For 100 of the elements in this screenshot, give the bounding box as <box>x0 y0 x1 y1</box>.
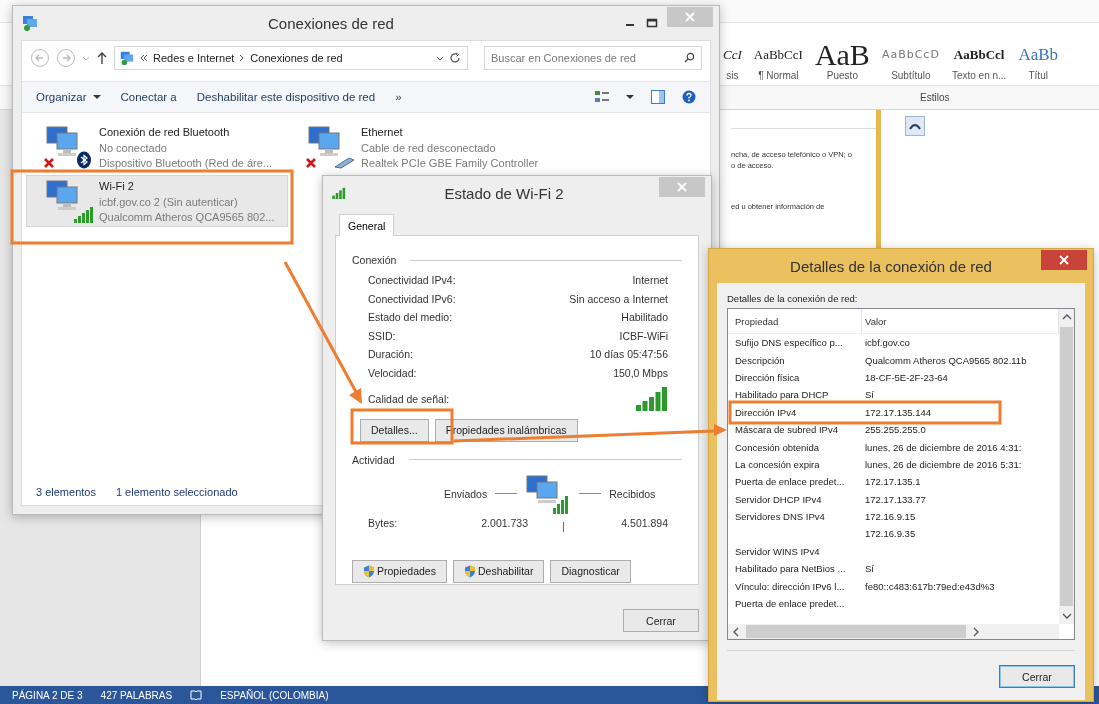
column-header[interactable]: Propiedad <box>728 309 862 333</box>
close-button[interactable]: Cerrar <box>623 609 699 632</box>
property-cell: Sufijo DNS específico p... <box>735 337 843 349</box>
field-label: SSID: <box>368 329 397 342</box>
value-cell: Qualcomm Atheros QCA9565 802.11b <box>865 354 1027 366</box>
close-icon <box>685 12 695 22</box>
item-count: 1 elemento seleccionado <box>115 486 238 498</box>
adapter-name: Qualcomm Atheros QCA9565 802... <box>99 210 275 225</box>
window-title: Conexiones de red <box>267 14 395 32</box>
bluetooth-icon <box>75 151 93 169</box>
search-icon[interactable] <box>684 52 695 63</box>
tab[interactable]: General <box>339 214 395 236</box>
scroll-up-icon[interactable] <box>1061 313 1072 321</box>
scroll-down-icon[interactable] <box>1061 612 1072 620</box>
breadcrumb-item[interactable]: Conexiones de red <box>250 52 343 64</box>
property-cell: Puerta de enlace predet... <box>735 476 845 488</box>
value-cell: icbf.gov.co <box>865 337 910 349</box>
style-preset[interactable]: AaBbCcI ¶ Normal <box>752 40 804 85</box>
column-label: Enviados <box>444 487 488 500</box>
field-label: Estado del medio: <box>368 311 454 323</box>
search-field[interactable]: Buscar en Conexiones de red <box>484 46 702 70</box>
column-label: Recibidos <box>609 487 656 500</box>
window-title: Estado de Wi-Fi 2 <box>443 184 565 202</box>
dialog-button[interactable]: Propiedades <box>352 559 447 583</box>
value-cell: lunes, 26 de diciembre de 2016 4:31: <box>865 441 1022 453</box>
property-cell: Puerta de enlace predet... <box>735 598 845 610</box>
connection-item[interactable]: Conexión de red Bluetooth No conectado Dispositivo Bluetooth (Red de áre... <box>26 121 288 173</box>
caret-icon[interactable] <box>436 54 444 62</box>
adapter-name: Realtek PCIe GBE Family Controller <box>361 156 539 171</box>
property-cell: Dirección física <box>735 371 800 383</box>
connection-item[interactable]: Ethernet Cable de red desconectado Realtek PCIe GBE Family Controller <box>288 121 578 173</box>
property-cell: Habilitado para DHCP <box>735 389 829 401</box>
page-count[interactable]: PÁGINA 2 DE 3 <box>12 689 83 701</box>
style-preset[interactable]: CcI sis <box>722 40 743 85</box>
dialog-button[interactable]: Detalles... <box>360 418 429 442</box>
section-heading: Conexión <box>352 254 397 266</box>
up-arrow-icon[interactable] <box>96 51 108 65</box>
language-indicator[interactable]: ESPAÑOL (COLOMBIA) <box>220 689 329 701</box>
word-count[interactable]: 427 PALABRAS <box>100 689 173 701</box>
style-preset[interactable]: AaB Puesto <box>813 40 871 85</box>
section-heading: Actividad <box>352 453 395 466</box>
value-cell: 172.17.135.1 <box>865 476 921 488</box>
field-label: Velocidad: <box>368 366 418 379</box>
refresh-icon[interactable] <box>449 52 461 64</box>
field-label: Conectividad IPv4: <box>368 274 457 286</box>
toolbar-button[interactable]: Organizar <box>34 89 103 105</box>
property-cell: Concesión obtenida <box>735 441 819 453</box>
breadcrumb-item[interactable]: Redes e Internet <box>153 52 235 64</box>
window-title: Detalles de la conexión de red <box>789 257 993 275</box>
toolbar-button[interactable]: Deshabilitar este dispositivo de red <box>194 89 378 105</box>
connection-item[interactable]: Wi-Fi 2 icbf.gov.co 2 (Sin autenticar) Qualcomm Atheros QCA9565 802... <box>26 175 288 227</box>
field-label: Bytes: <box>368 516 399 529</box>
item-count: 3 elementos <box>36 486 96 498</box>
property-cell: Dirección IPv4 <box>735 406 797 418</box>
caret-icon[interactable] <box>626 94 634 100</box>
network-folder-icon <box>119 50 135 66</box>
property-cell: Habilitado para NetBios ... <box>735 563 846 575</box>
property-cell: Máscara de subred IPv4 <box>735 424 838 436</box>
value-cell: 172.16.9.35 <box>865 528 916 540</box>
horizontal-scrollbar[interactable] <box>728 624 1059 639</box>
field-value: Sin acceso a Internet <box>569 292 668 305</box>
address-bar[interactable]: Redes e Internet Conexiones de red <box>114 46 468 70</box>
field-value: 10 días 05:47:56 <box>588 348 668 360</box>
property-cell: Vínculo: dirección IPv6 l... <box>735 580 845 592</box>
connection-name: Conexión de red Bluetooth <box>99 125 231 140</box>
scroll-right-icon[interactable] <box>972 626 980 637</box>
signal-bars-icon <box>636 386 668 411</box>
property-cell: Descripción <box>735 354 785 366</box>
connection-status: Cable de red desconectado <box>361 140 497 156</box>
collapse-icon[interactable] <box>905 116 925 136</box>
dialog-button[interactable]: Deshabilitar <box>452 559 545 583</box>
connection-name: Wi-Fi 2 <box>99 179 135 194</box>
field-value: Internet <box>631 274 668 286</box>
value-cell: fe80::c483:617b:79ed:e43d%3 <box>865 580 995 592</box>
network-folder-icon <box>21 14 39 32</box>
style-preset[interactable]: AaBbCcl Texto en n... <box>950 40 1008 85</box>
signal-bars-icon <box>73 207 93 223</box>
book-icon[interactable] <box>190 689 203 701</box>
more-button[interactable]: » <box>393 89 404 105</box>
value-cell: 172.17.135.144 <box>865 406 932 418</box>
toolbar-button[interactable]: Conectar a <box>118 89 179 105</box>
value-cell: 172.17.133.77 <box>865 493 926 505</box>
field-value: Habilitado <box>620 311 668 323</box>
field-value: 2.001.733 <box>480 516 528 529</box>
value-cell: Sí <box>865 563 874 575</box>
value-cell: 18-CF-5E-2F-23-64 <box>865 371 948 383</box>
style-preset[interactable]: AaBb Títul <box>1017 40 1060 85</box>
preview-pane-icon[interactable] <box>650 89 666 105</box>
vertical-scrollbar[interactable] <box>1059 309 1074 624</box>
dialog-button[interactable]: Diagnosticar <box>550 559 631 583</box>
field-value: ICBF-WiFi <box>618 329 668 342</box>
scroll-left-icon[interactable] <box>732 626 740 637</box>
close-button[interactable]: Cerrar <box>999 665 1075 688</box>
help-icon[interactable] <box>682 90 696 104</box>
maximize-icon[interactable] <box>645 16 659 30</box>
view-options-icon[interactable] <box>594 90 610 104</box>
field-label: Conectividad IPv6: <box>368 292 457 305</box>
close-button[interactable] <box>1041 250 1087 270</box>
style-preset[interactable]: AaBbCcD Subtítulo <box>880 40 941 85</box>
connection-status: icbf.gov.co 2 (Sin autenticar) <box>99 194 239 210</box>
